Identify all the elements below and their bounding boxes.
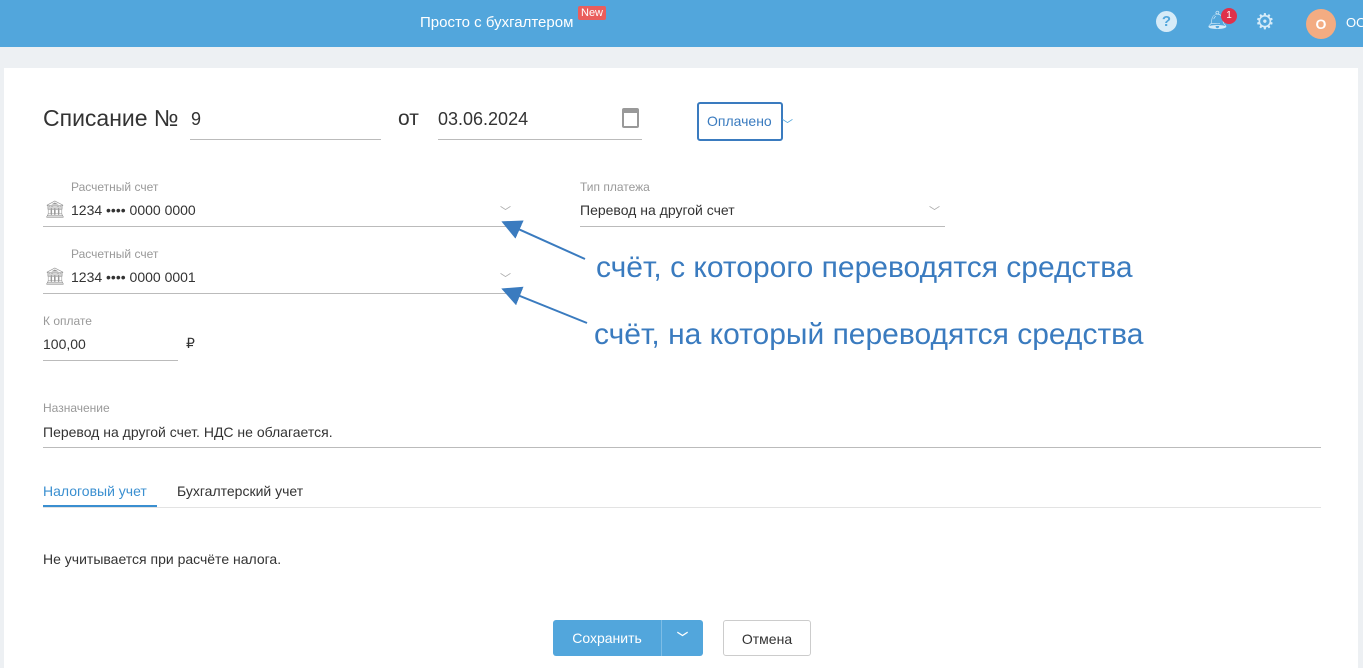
annotation-arrows (501, 220, 588, 324)
arrow-from (501, 220, 586, 260)
save-options-chevron-icon[interactable]: ﹀ (661, 620, 703, 656)
cancel-button[interactable]: Отмена (723, 620, 811, 656)
save-button[interactable]: Сохранить (553, 620, 661, 656)
arrow-to (501, 286, 588, 324)
